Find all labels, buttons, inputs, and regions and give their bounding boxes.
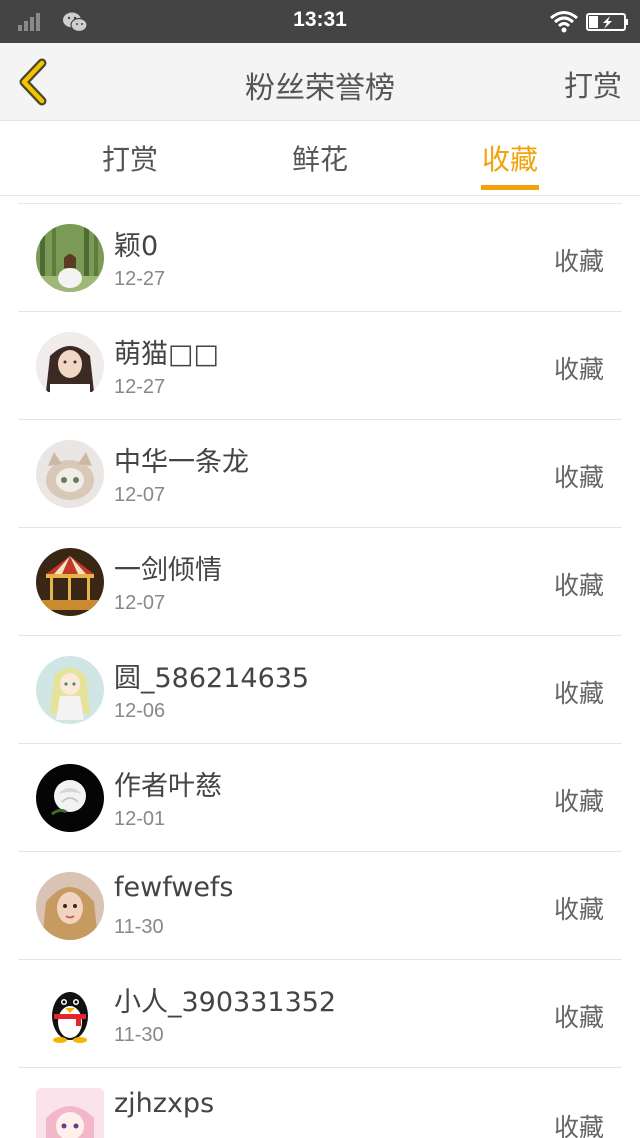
list-item[interactable]: 中华一条龙 12-07 收藏 [0, 420, 640, 528]
fan-date: 11-30 [114, 1024, 164, 1046]
tab-reward[interactable]: 打赏 [102, 138, 158, 178]
clock-time: 13:31 [293, 8, 347, 31]
fan-action-label: 收藏 [553, 463, 604, 492]
avatar[interactable] [36, 872, 104, 940]
fan-action-label: 收藏 [553, 247, 604, 276]
avatar[interactable] [36, 980, 104, 1048]
blonde-girl-avatar [36, 872, 104, 940]
pink-anime-avatar [36, 1088, 104, 1138]
anime-girl-avatar [36, 656, 104, 724]
fan-name: fewfwefs [114, 872, 234, 903]
fan-date: 12-07 [114, 484, 166, 506]
fan-name: 圆_586214635 [114, 663, 310, 694]
avatar[interactable] [36, 656, 104, 724]
fan-action-label: 收藏 [553, 355, 604, 384]
avatar[interactable] [36, 1088, 104, 1138]
list-item[interactable]: 颖0 12-27 收藏 [0, 204, 640, 312]
fan-list: 颖0 12-27 收藏 萌猫□□ 12-27 收藏 中华一条龙 12-07 收藏… [0, 203, 640, 1138]
fan-date: 11-30 [114, 916, 164, 938]
cat-avatar [36, 440, 104, 508]
fan-date: 12-01 [114, 808, 166, 830]
fan-name: 小人_390331352 [114, 987, 337, 1018]
white-rose-avatar [36, 764, 104, 832]
fan-date: 12-07 [114, 592, 166, 614]
list-item[interactable]: 萌猫□□ 12-27 收藏 [0, 312, 640, 420]
carousel-avatar [36, 548, 104, 616]
fan-action-label: 收藏 [553, 679, 604, 708]
tab-favorites[interactable]: 收藏 [482, 138, 538, 178]
fan-action-label: 收藏 [553, 787, 604, 816]
fan-action-label: 收藏 [553, 1113, 604, 1138]
page-title: 粉丝荣誉榜 [245, 71, 395, 106]
fan-name: 一剑倾情 [114, 555, 222, 586]
fan-date: 12-27 [114, 268, 166, 290]
avatar[interactable] [36, 440, 104, 508]
avatar[interactable] [36, 224, 104, 292]
list-item[interactable]: 作者叶慈 12-01 收藏 [0, 744, 640, 852]
battery-charging-icon [586, 13, 628, 31]
forest-girl-avatar [36, 224, 104, 292]
fan-date: 12-27 [114, 376, 166, 398]
list-item[interactable]: 一剑倾情 12-07 收藏 [0, 528, 640, 636]
list-item[interactable]: fewfwefs 11-30 收藏 [0, 852, 640, 960]
fan-action-label: 收藏 [553, 895, 604, 924]
tab-bar: 打赏 鲜花 收藏 [0, 122, 640, 196]
fan-name: zjhzxps [114, 1088, 215, 1119]
list-item[interactable]: 小人_390331352 11-30 收藏 [0, 960, 640, 1068]
avatar[interactable] [36, 548, 104, 616]
nav-bar: 粉丝荣誉榜 打赏 [0, 43, 640, 121]
girl-avatar [36, 332, 104, 400]
fan-name: 作者叶慈 [114, 771, 222, 802]
qq-penguin-avatar [36, 980, 104, 1048]
fan-name: 萌猫□□ [114, 339, 220, 370]
avatar[interactable] [36, 332, 104, 400]
status-bar: 13:31 [0, 0, 640, 43]
fan-action-label: 收藏 [553, 571, 604, 600]
list-item[interactable]: zjhzxps 收藏 [0, 1068, 640, 1138]
wifi-icon [550, 11, 578, 33]
reward-button[interactable]: 打赏 [564, 63, 622, 105]
tab-flowers[interactable]: 鲜花 [292, 138, 348, 178]
active-tab-indicator [481, 185, 539, 190]
fan-date: 12-06 [114, 700, 166, 722]
fan-name: 中华一条龙 [114, 447, 249, 478]
fan-name: 颖0 [114, 231, 159, 262]
fan-action-label: 收藏 [553, 1003, 604, 1032]
avatar[interactable] [36, 764, 104, 832]
list-item[interactable]: 圆_586214635 12-06 收藏 [0, 636, 640, 744]
